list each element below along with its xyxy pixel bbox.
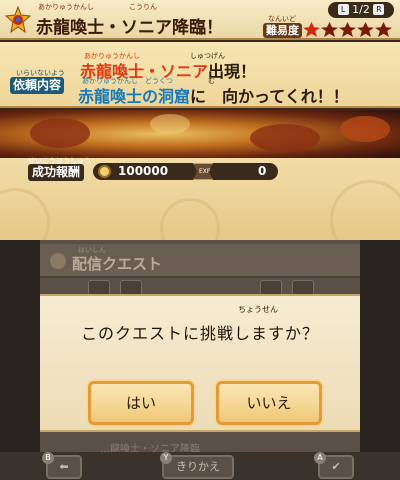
request-label: 依頼内容 [10,77,65,94]
b-button-icon: B [42,452,54,464]
no-button[interactable]: いいえ [216,381,322,425]
quest-title: 赤龍喚士・ソニア降臨！ [36,18,223,38]
request-line1-rest: 出現！ [208,62,257,81]
request-line2-highlight: 赤龍喚士の洞窟 [78,87,191,106]
reward-money: 100000 [118,164,169,178]
bottom-screen: はいしん 配信クエスト …龍喚士・ソニア降臨 ちょうせん このクエストに挑戦しま… [0,240,400,480]
reward-exp: 0 [258,164,267,178]
game-screen: あかりゅうかんし こうりん 赤龍喚士・ソニア降臨！ L 1/2 R なんいど 難… [0,0,400,480]
gear-icon [50,253,66,269]
l-button-icon[interactable]: L [337,4,349,15]
yes-button[interactable]: はい [88,381,194,425]
reward-label: 成功報酬 [28,164,85,181]
difficulty-star-icon [375,22,392,37]
cave-image [0,110,400,158]
quest-menu-title: 配信クエスト [72,255,163,273]
request-line2-rest: に 向かってくれ！！ [190,87,349,106]
quest-emblem-icon [4,6,32,34]
y-button-icon: Y [160,452,172,464]
dialog-message-ruby: ちょうせん [238,305,278,314]
page-indicator: L 1/2 R [328,2,394,18]
quest-title-ruby: あかりゅうかんし こうりん [38,3,157,11]
dialog-message: このクエストに挑戦しますか？ [80,324,319,343]
top-screen: あかりゅうかんし こうりん 赤龍喚士・ソニア降臨！ L 1/2 R なんいど 難… [0,0,400,240]
difficulty-label: 難易度 [263,23,302,38]
switch-button[interactable]: きりかえ [162,455,234,479]
difficulty-star-icon [303,22,320,37]
difficulty-star-icon [357,22,374,37]
r-button-icon[interactable]: R [373,4,385,15]
page-number: 1/2 [352,3,370,16]
difficulty-star-icon [339,22,356,37]
a-button-icon: A [314,452,326,464]
difficulty-rating [303,22,392,37]
money-icon [98,165,111,178]
difficulty-star-icon [321,22,338,37]
request-line-2: 赤龍喚士の洞窟に 向かってくれ！！ [78,83,349,107]
exp-icon-label: EXP [199,168,211,175]
